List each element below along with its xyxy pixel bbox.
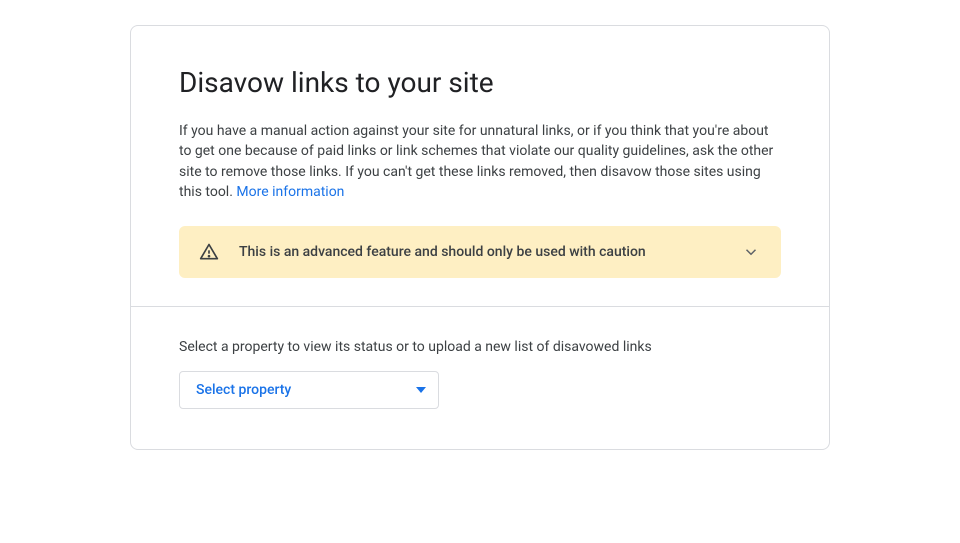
warning-banner[interactable]: This is an advanced feature and should o… [179, 226, 781, 278]
select-property-value: Select property [196, 382, 291, 398]
select-property-label: Select a property to view its status or … [179, 339, 781, 355]
more-information-link[interactable]: More information [236, 184, 344, 200]
warning-text: This is an advanced feature and should o… [239, 244, 721, 260]
page-title: Disavow links to your site [179, 66, 781, 99]
chevron-down-icon [741, 242, 761, 262]
disavow-card: Disavow links to your site If you have a… [130, 25, 830, 450]
description-text: If you have a manual action against your… [179, 121, 781, 202]
card-bottom-section: Select a property to view its status or … [131, 307, 829, 449]
dropdown-arrow-icon [416, 387, 426, 393]
card-top-section: Disavow links to your site If you have a… [131, 26, 829, 306]
select-property-dropdown[interactable]: Select property [179, 371, 439, 409]
warning-icon [199, 242, 219, 262]
